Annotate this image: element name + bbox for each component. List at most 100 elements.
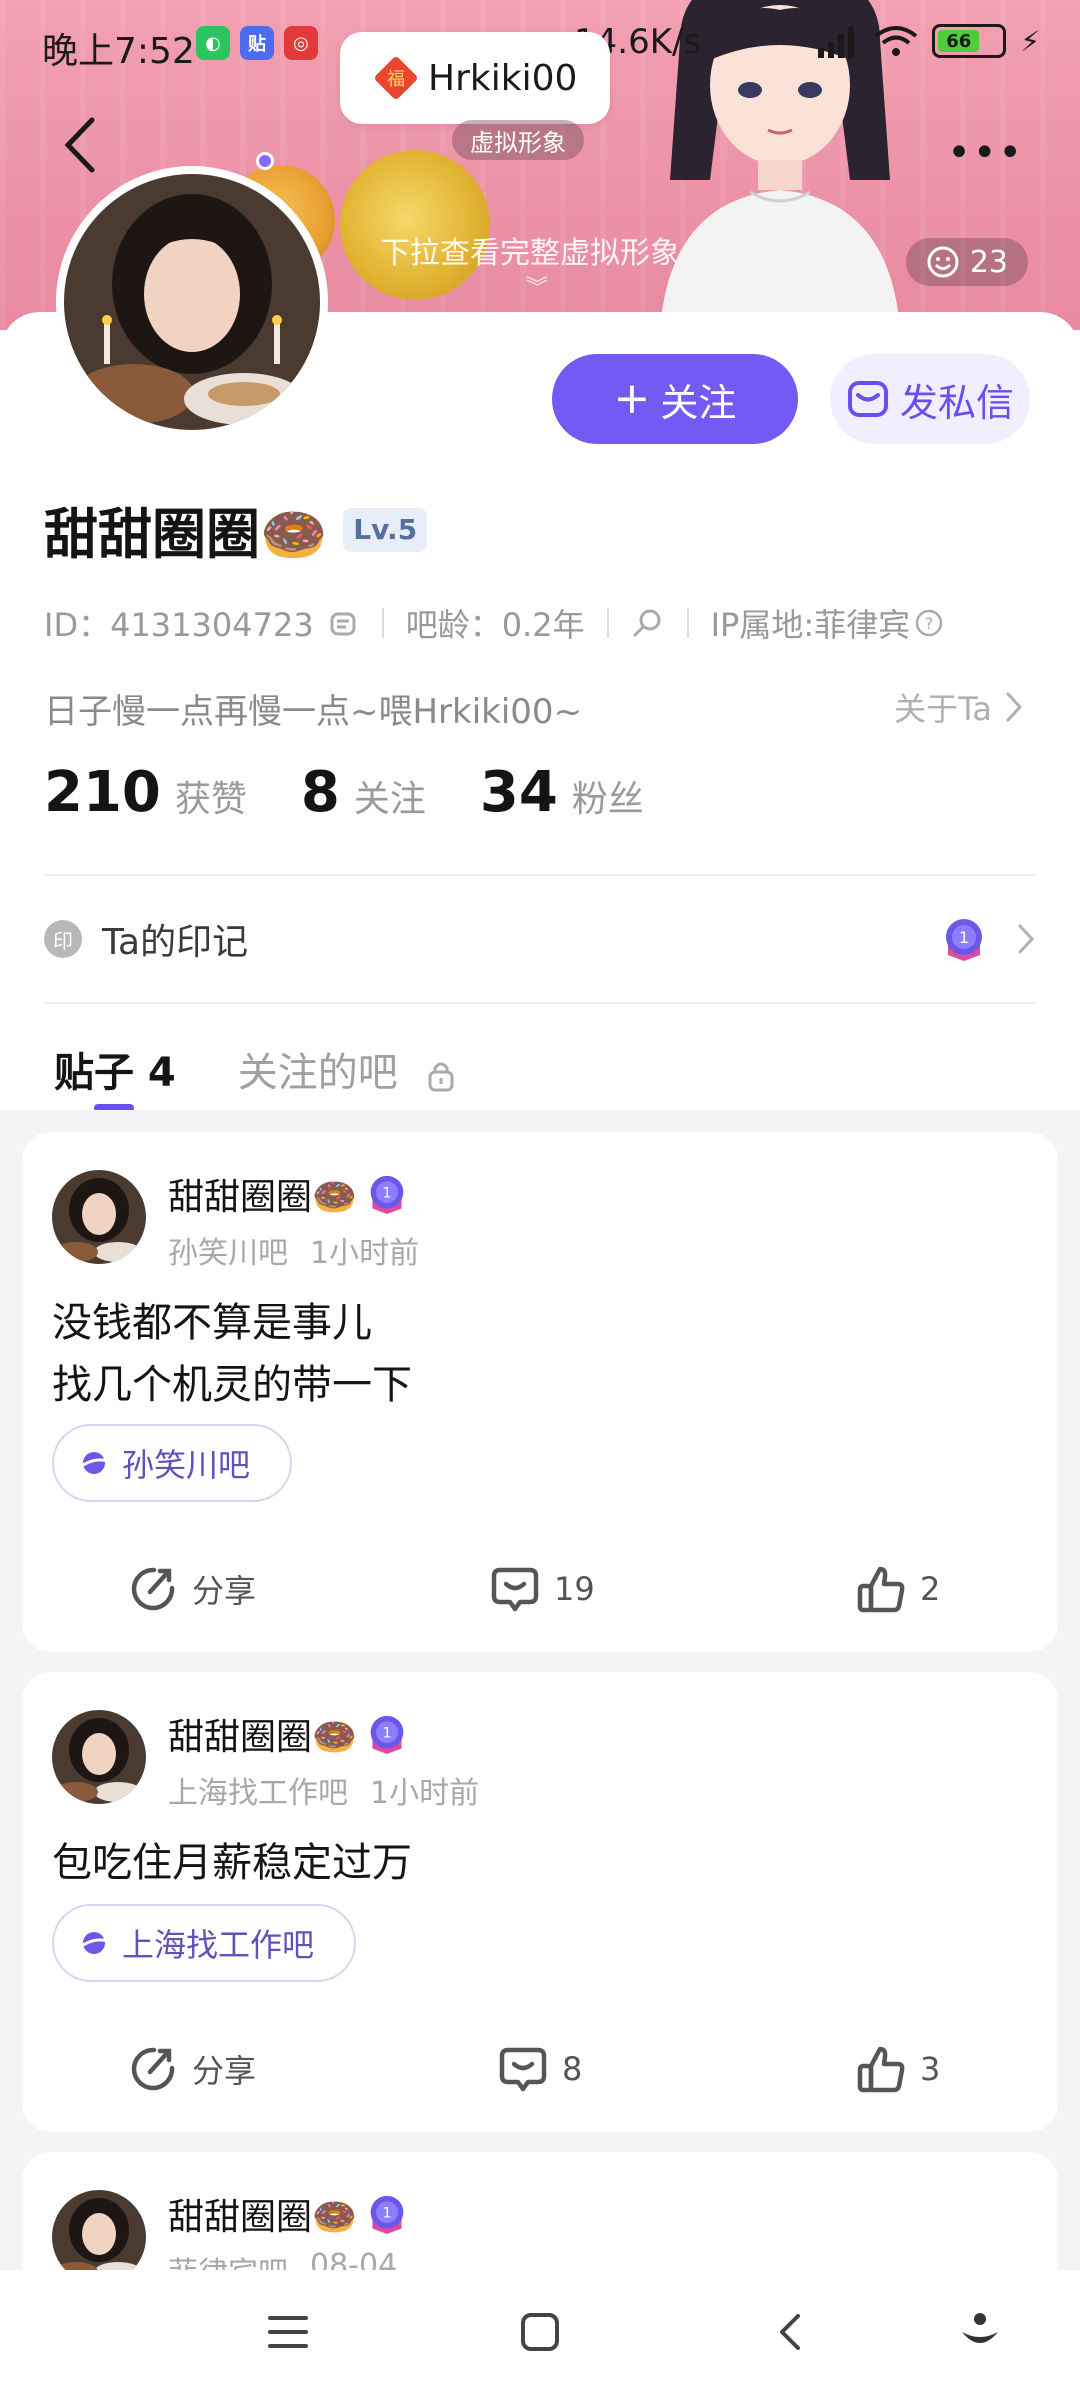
post-bar: 孙笑川吧 (168, 1236, 288, 1271)
rank-medal-icon: 1 (370, 1175, 404, 1214)
share-button[interactable]: 分享 (128, 2044, 256, 2094)
plus-icon: + (613, 373, 651, 424)
user-avatar[interactable] (56, 166, 328, 438)
tab-posts-label: 贴子 4 (54, 1050, 176, 1096)
ip-location: IP属地:菲律宾 (710, 606, 911, 644)
svg-text:福: 福 (387, 69, 405, 90)
battery-icon: 66 (932, 24, 1007, 58)
chevron-left-icon (64, 117, 95, 173)
post-line: 没钱都不算是事儿 (52, 1300, 372, 1346)
like-count: 3 (920, 2050, 941, 2088)
post-author[interactable]: 甜甜圈圈🍩 1 (168, 1168, 407, 1220)
post-author-name: 甜甜圈圈🍩 (168, 1717, 357, 1758)
pull-down-hint: 下拉查看完整虚拟形象 (380, 236, 680, 271)
system-nav-bar (0, 2270, 1080, 2400)
chevron-down-icon: ︾ (526, 276, 549, 301)
virtual-avatar-name-pill[interactable]: 福 Hrkiki00 (340, 32, 610, 124)
mark-end: 1 (942, 915, 1036, 963)
share-label: 分享 (192, 1572, 257, 1610)
home-icon[interactable] (518, 2310, 562, 2354)
smile-icon (927, 246, 959, 278)
like-button[interactable]: 2 (856, 1564, 940, 1614)
search-icon[interactable] (631, 606, 665, 640)
mark-row[interactable]: 印 Ta的印记 1 (44, 904, 1036, 974)
charging-icon: ⚡ (1020, 24, 1040, 58)
badge-dot (256, 152, 274, 170)
comment-icon (491, 1567, 539, 1612)
like-button[interactable]: 3 (856, 2044, 940, 2094)
post-card[interactable]: 甜甜圈圈🍩 1 上海找工作吧 1小时前 包吃住月薪稳定过万 上海找工作吧 分享 … (22, 1672, 1058, 2132)
post-bar-tag-label: 上海找工作吧 (122, 1926, 315, 1964)
post-author[interactable]: 甜甜圈圈🍩 1 (168, 1708, 407, 1760)
chevron-right-icon (1006, 692, 1023, 722)
menu-icon[interactable] (266, 2310, 310, 2354)
share-button[interactable]: 分享 (128, 1564, 256, 1614)
post-time: 1小时前 (370, 1776, 480, 1811)
thumbs-up-icon (857, 1566, 905, 1613)
post-line: 找几个机灵的带一下 (52, 1362, 412, 1408)
rank-medal-icon: 1 (946, 919, 982, 961)
user-bio: 日子慢一点再慢一点~喂Hrkiki00~ (44, 692, 583, 732)
post-actions: 分享 8 3 (22, 2026, 1058, 2106)
more-options-button[interactable]: ••• (947, 130, 1024, 176)
post-author-name: 甜甜圈圈🍩 (168, 1177, 357, 1218)
copy-icon[interactable] (326, 606, 360, 640)
post-meta: 上海找工作吧 1小时前 (168, 1768, 479, 1812)
about-link[interactable]: 关于Ta (894, 684, 1024, 730)
likes-count: 210 (44, 760, 161, 825)
post-author-avatar[interactable] (52, 1710, 146, 1804)
section-divider (44, 1002, 1036, 1004)
avatar-like-count: 23 (969, 244, 1008, 280)
post-line: 包吃住月薪稳定过万 (52, 1840, 412, 1886)
post-card[interactable]: 甜甜圈圈🍩 1 孙笑川吧 1小时前 没钱都不算是事儿 找几个机灵的带一下 孙笑川… (22, 1132, 1058, 1652)
message-label: 发私信 (899, 380, 1014, 425)
tab-followed-bars-label: 关注的吧 (237, 1050, 398, 1096)
svg-text:1: 1 (382, 1726, 391, 1742)
rank-medal-icon: 1 (370, 1715, 404, 1754)
virtual-avatar-name: Hrkiki00 (428, 57, 578, 99)
post-bar-tag[interactable]: 孙笑川吧 (52, 1424, 293, 1502)
post-bar: 上海找工作吧 (168, 1776, 348, 1811)
comment-button[interactable]: 19 (490, 1564, 595, 1614)
stat-fans[interactable]: 34 粉丝 (480, 760, 644, 825)
comment-icon (499, 2047, 547, 2092)
post-author-avatar[interactable] (52, 1170, 146, 1264)
signal-icon (818, 26, 855, 58)
back-icon[interactable] (770, 2310, 814, 2354)
avatar-like-button[interactable]: 23 (905, 238, 1028, 286)
wifi-icon (875, 26, 918, 56)
post-actions: 分享 19 2 (22, 1546, 1058, 1626)
virtual-avatar-tag: 虚拟形象 (452, 120, 584, 160)
follow-button[interactable]: + 关注 (552, 354, 798, 444)
stat-following[interactable]: 8 关注 (301, 760, 426, 825)
rank-medal-icon: 1 (370, 2195, 404, 2234)
following-count: 8 (300, 760, 340, 825)
profile-tabs: 贴子 4 关注的吧 (54, 1040, 457, 1112)
tab-followed-bars[interactable]: 关注的吧 (238, 1040, 457, 1098)
chevron-right-icon (1018, 924, 1035, 954)
stats-row: 210 获赞 8 关注 34 粉丝 (44, 760, 644, 825)
nickname-row: 甜甜圈圈🍩 Lv.5 (44, 490, 428, 569)
post-author[interactable]: 甜甜圈圈🍩 1 (168, 2188, 407, 2240)
nickname: 甜甜圈圈🍩 (44, 503, 328, 566)
svg-text:?: ? (925, 614, 934, 633)
tab-posts[interactable]: 贴子 4 (54, 1040, 176, 1112)
post-content[interactable]: 包吃住月薪稳定过万 (52, 1832, 412, 1894)
post-bar-tag[interactable]: 上海找工作吧 (52, 1904, 357, 1982)
send-message-button[interactable]: 发私信 (830, 354, 1030, 444)
bar-age: 吧龄：0.2年 (405, 606, 585, 644)
help-icon[interactable]: ? (914, 608, 944, 638)
back-button[interactable] (56, 110, 106, 180)
decoration-badge-gold (340, 150, 490, 300)
about-label: 关于Ta (894, 690, 992, 728)
comment-button[interactable]: 8 (498, 2044, 582, 2094)
post-feed: 甜甜圈圈🍩 1 孙笑川吧 1小时前 没钱都不算是事儿 找几个机灵的带一下 孙笑川… (0, 1110, 1080, 2400)
battery-level: 66 (938, 30, 980, 52)
user-id: ID：4131304723 (44, 606, 314, 644)
post-content[interactable]: 没钱都不算是事儿 找几个机灵的带一下 (52, 1292, 412, 1416)
likes-label: 获赞 (174, 779, 247, 820)
stat-likes[interactable]: 210 获赞 (44, 760, 247, 825)
svg-text:1: 1 (382, 2206, 391, 2222)
envelope-icon (847, 381, 888, 417)
assistant-icon[interactable] (958, 2310, 1002, 2354)
